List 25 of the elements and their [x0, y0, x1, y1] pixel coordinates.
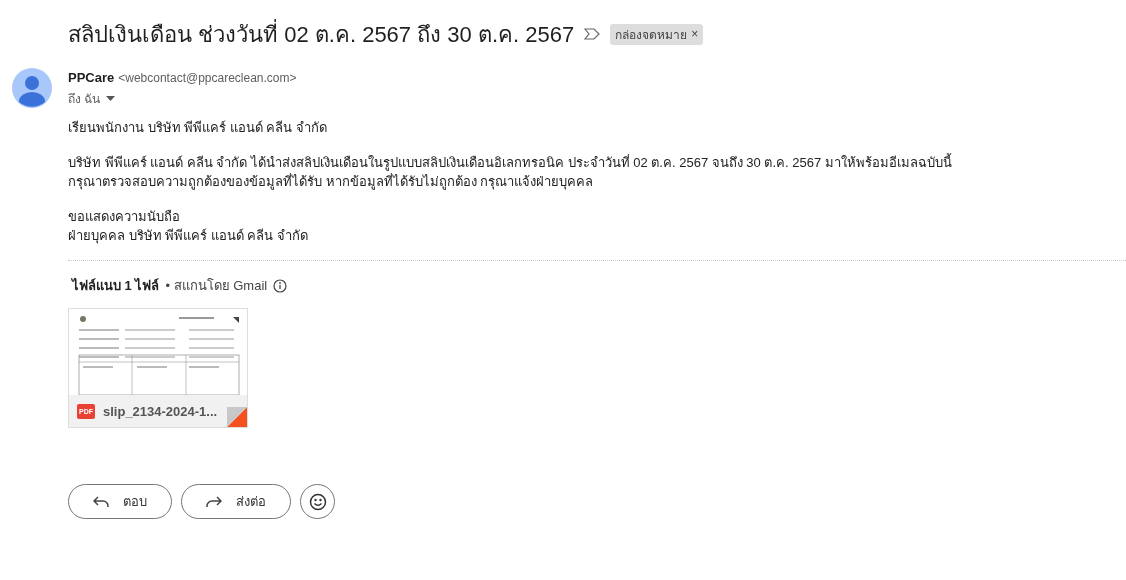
reply-icon: [93, 495, 109, 508]
smiley-icon: [308, 492, 327, 511]
forward-icon: [206, 495, 222, 508]
body-text: ฝ่ายบุคคล บริษัท พีพีแคร์ แอนด์ คลีน จำกัด: [68, 228, 310, 244]
scan-note: • สแกนโดย Gmail: [165, 277, 268, 295]
body-text: กรุณาตรวจสอบความถูกต้องของข้อมูลที่ได้รับ หากข้อมูลที่ได้รับไม่ถูกต้อง กรุณาแจ้งฝ่ายบุคคล: [68, 174, 595, 190]
email-subject: สลิปเงินเดือน ช่วงวันที่ 02 ต.ค. 2567 ถึง 30 ต.ค. 2567: [68, 18, 575, 49]
importance-marker-icon: [584, 28, 601, 40]
folded-corner-icon: [227, 407, 247, 427]
body-text: บริษัท พีพีแคร์ แอนด์ คลีน จำกัด ได้นำส่งสลิปเงินเดือนในรูปแบบสลิปเงินเดือนอิเลกทรอนิค ประจำวันที่ 02 ต.ค. 2567 จนถึง 30 ต.ค. 2567 มาให้พร้อมอีเมลฉบับนี้: [68, 155, 953, 171]
attachments-title: ไฟล์แนบ 1 ไฟล์: [72, 277, 160, 295]
body-text: ขอแสดงความนับถือ: [68, 209, 181, 225]
sender-name: PPCare: [68, 70, 115, 85]
sender-email: <webcontact@ppcareclean.com>: [118, 71, 297, 85]
avatar-icon: [12, 68, 52, 108]
reply-button[interactable]: ตอบ: [68, 484, 172, 519]
remove-label-button[interactable]: ×: [691, 27, 699, 41]
dropdown-caret-icon: [106, 96, 116, 101]
info-icon[interactable]: [273, 278, 288, 293]
body-text: เรียนพนักงาน บริษัท พีพีแคร์ แอนด์ คลีน จำกัด: [68, 120, 329, 136]
forward-button[interactable]: ส่งต่อ: [181, 484, 291, 519]
recipient-dropdown[interactable]: ถึง ฉัน: [68, 89, 297, 108]
emoji-reaction-button[interactable]: [300, 484, 335, 519]
file-name: slip_2134-2024-1...: [103, 403, 218, 419]
label-chip[interactable]: กล่องจดหมาย ×: [610, 23, 704, 45]
